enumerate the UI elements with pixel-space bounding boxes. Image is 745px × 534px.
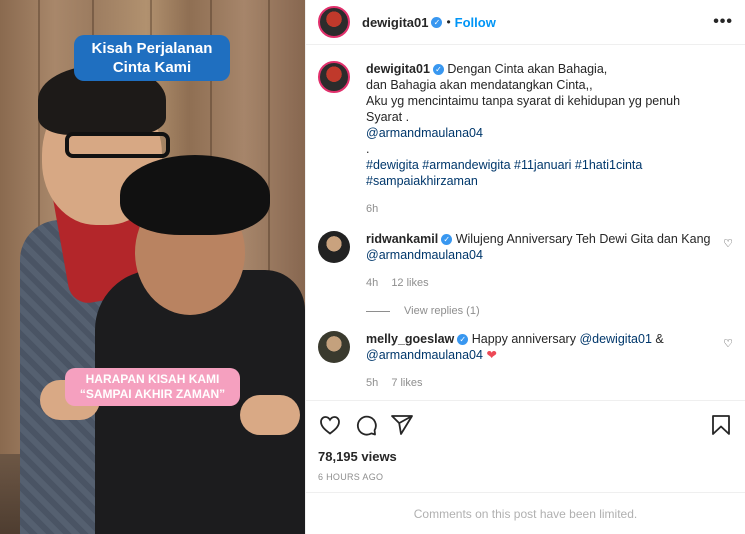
woman-figure [95,150,305,534]
comment-username[interactable]: melly_goeslaw [366,332,454,346]
comments-list[interactable]: dewigita01 ✓ Dengan Cinta akan Bahagia, d… [306,45,745,400]
comment-time[interactable]: 4h [366,277,378,289]
comment-username[interactable]: ridwankamil [366,232,438,246]
overlay-caption-line1: HARAPAN KISAH KAMI [85,372,220,386]
comment-text: Happy anniversary [471,332,576,346]
verified-badge-icon: ✓ [431,16,443,28]
caption-hashtags[interactable]: #dewigita #armandewigita #11januari #1ha… [366,158,642,172]
comment-mention[interactable]: @armandmaulana04 [366,348,483,362]
action-icons [318,411,733,439]
comment-item: ridwankamil ✓ Wilujeng Anniversary Teh De… [318,231,733,291]
replies-line [366,310,390,312]
comment-likes[interactable]: 7 likes [391,377,422,389]
view-count[interactable]: 78,195 views [318,449,733,464]
overlay-caption-line2: “SAMPAI AKHIR ZAMAN” [79,387,226,401]
caption-line3: Aku yg mencintaimu tanpa syarat di kehid… [366,94,681,124]
overlay-title: Kisah Perjalanan Cinta Kami [74,35,230,81]
red-heart-emoji: ❤ [486,348,497,362]
caption: dewigita01 ✓ Dengan Cinta akan Bahagia, d… [318,61,733,217]
comment-likes[interactable]: 12 likes [391,277,428,289]
avatar[interactable] [318,6,350,38]
caption-time[interactable]: 6h [366,203,378,215]
verified-badge-icon: ✓ [441,234,453,246]
like-comment-heart-icon[interactable]: ♡ [723,237,733,250]
like-comment-heart-icon[interactable]: ♡ [723,337,733,350]
bookmark-icon[interactable] [709,413,733,437]
comment-icon[interactable] [354,413,378,437]
comment-mention[interactable]: @armandmaulana04 [366,248,483,262]
post-media[interactable]: Kisah Perjalanan Cinta Kami HARAPAN KISA… [0,0,305,534]
share-icon[interactable] [390,413,414,437]
avatar[interactable] [318,61,350,93]
post-sidebar: dewigita01 ✓ • Follow ••• dewigita01 ✓ De… [305,0,745,534]
separator-dot: • [446,15,451,29]
caption-username[interactable]: dewigita01 [366,62,430,76]
comment-text: Wilujeng Anniversary Teh Dewi Gita dan K… [455,232,711,246]
action-bar: 78,195 views 6 HOURS AGO [306,400,745,482]
avatar[interactable] [318,331,350,363]
header-username[interactable]: dewigita01 [362,15,428,30]
caption-line2: dan Bahagia akan mendatangkan Cinta,, [366,78,593,92]
comment-item: melly_goeslaw ✓ Happy anniversary @dewigi… [318,331,733,391]
comment-amp: & [655,332,664,346]
caption-dot: . [366,142,370,156]
comments-limited-notice: Comments on this post have been limited. [306,492,745,534]
comment-time[interactable]: 5h [366,377,378,389]
caption-mention[interactable]: @armandmaulana04 [366,126,483,140]
more-options-icon[interactable]: ••• [713,13,733,31]
overlay-caption: HARAPAN KISAH KAMI “SAMPAI AKHIR ZAMAN” [65,368,240,406]
verified-badge-icon: ✓ [457,334,469,346]
like-heart-icon[interactable] [318,413,342,437]
follow-button[interactable]: Follow [455,15,496,30]
woman-hat [120,155,270,235]
post-time[interactable]: 6 HOURS AGO [318,472,733,482]
view-replies[interactable]: View replies (1) [366,305,733,317]
avatar[interactable] [318,231,350,263]
verified-badge-icon: ✓ [432,64,444,76]
comment-mention[interactable]: @dewigita01 [579,332,651,346]
hand [240,395,300,435]
post-header: dewigita01 ✓ • Follow ••• [306,0,745,45]
instagram-post: Kisah Perjalanan Cinta Kami HARAPAN KISA… [0,0,745,534]
caption-line1: Dengan Cinta akan Bahagia, [447,62,608,76]
view-replies-label[interactable]: View replies (1) [404,305,480,317]
caption-hashtags[interactable]: #sampaiakhirzaman [366,174,478,188]
